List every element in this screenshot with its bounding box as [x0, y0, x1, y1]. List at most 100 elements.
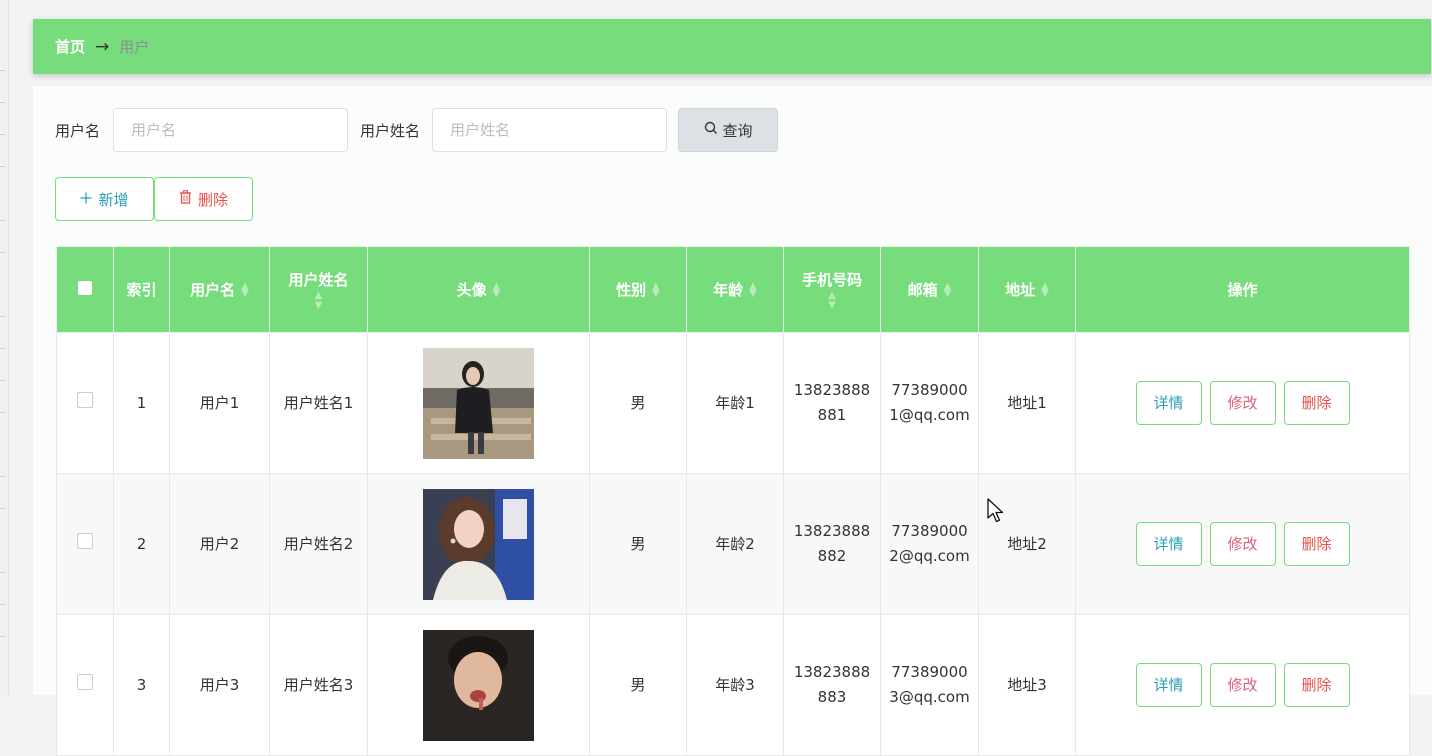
breadcrumb-home[interactable]: 首页 [55, 36, 85, 57]
select-all-header[interactable] [56, 246, 114, 333]
sidebar-tick [0, 636, 5, 637]
sort-icon[interactable]: ▲ ▼ [749, 282, 757, 299]
index-cell: 3 [113, 614, 170, 756]
gender-cell: 男 [589, 473, 687, 615]
avatar-image[interactable] [423, 629, 534, 741]
delete-button[interactable]: 删除 [1283, 522, 1350, 566]
column-header-label: 用户名 [190, 280, 236, 299]
select-all-checkbox[interactable] [78, 280, 92, 295]
username-cell: 用户3 [169, 614, 270, 756]
user-table: 索引 用户名 ▲ ▼ 用户姓名 ▲ ▼ 头像 ▲ ▼ 性别 ▲ ▼ 年龄 ▲ ▼ 手机号码 ▲ ▼ 邮箱… [56, 246, 1410, 756]
address-cell: 地址3 [978, 614, 1076, 756]
mouse-cursor-icon [987, 498, 1005, 528]
avatar-cell [367, 473, 590, 615]
column-header-avatar[interactable]: 头像 ▲ ▼ [367, 246, 590, 333]
sidebar-tick [0, 70, 5, 71]
sort-icon[interactable]: ▲ ▼ [276, 290, 361, 311]
edit-button[interactable]: 修改 [1209, 522, 1276, 566]
gender-cell: 男 [589, 332, 687, 474]
query-button[interactable]: 查询 [678, 108, 779, 152]
sidebar-tick [0, 252, 5, 253]
table-row: 3 用户3 用户姓名3 男 年龄3 13823888883 773890003@… [56, 614, 1410, 756]
sort-icon[interactable]: ▲ ▼ [944, 282, 952, 299]
row-checkbox[interactable] [77, 532, 93, 549]
gender-cell: 男 [589, 614, 687, 756]
left-sidebar-edge [0, 0, 9, 695]
column-header-label: 操作 [1227, 280, 1258, 299]
avatar-image[interactable] [423, 488, 534, 600]
username-search-input[interactable] [113, 108, 349, 152]
detail-button[interactable]: 详情 [1135, 663, 1202, 707]
email-cell: 773890003@qq.com [880, 614, 979, 756]
edit-button[interactable]: 修改 [1209, 381, 1276, 425]
row-checkbox[interactable] [77, 391, 93, 408]
phone-cell: 13823888882 [783, 473, 881, 615]
row-select-cell[interactable] [56, 332, 114, 474]
sidebar-tick [0, 412, 5, 413]
sidebar-tick [0, 220, 5, 221]
plus-icon [80, 190, 92, 208]
sidebar-tick [0, 572, 5, 573]
detail-button[interactable]: 详情 [1135, 381, 1202, 425]
detail-button[interactable]: 详情 [1135, 522, 1202, 566]
realname-cell: 用户姓名3 [269, 614, 368, 756]
column-header-label: 索引 [126, 280, 157, 299]
breadcrumb-separator: → [95, 36, 110, 57]
row-select-cell[interactable] [56, 614, 114, 756]
row-select-cell[interactable] [56, 473, 114, 615]
sort-icon[interactable]: ▲ ▼ [652, 282, 660, 299]
batch-delete-button[interactable]: 删除 [154, 177, 253, 221]
sort-icon[interactable]: ▲ ▼ [790, 290, 874, 311]
column-header-operations: 操作 [1075, 246, 1410, 333]
column-header-gender[interactable]: 性别 ▲ ▼ [589, 246, 687, 333]
column-header-label: 头像 [456, 280, 487, 299]
avatar-image[interactable] [423, 347, 534, 459]
action-toolbar: 新增 删除 [55, 177, 253, 221]
add-button-label: 新增 [98, 190, 129, 209]
column-header-label: 用户姓名 [288, 270, 349, 289]
realname-cell: 用户姓名2 [269, 473, 368, 615]
column-header-age[interactable]: 年龄 ▲ ▼ [686, 246, 784, 333]
table-row: 1 用户1 用户姓名1 男 年龄1 13823888881 773890001@… [56, 332, 1410, 474]
address-cell: 地址2 [978, 473, 1076, 615]
avatar-cell [367, 614, 590, 756]
sort-icon[interactable]: ▲ ▼ [1041, 282, 1049, 299]
username-label: 用户名 [55, 121, 101, 140]
realname-cell: 用户姓名1 [269, 332, 368, 474]
operations-cell: 详情 修改 删除 [1075, 332, 1410, 474]
sidebar-tick [0, 316, 5, 317]
column-header-realname[interactable]: 用户姓名 ▲ ▼ [269, 246, 368, 333]
sidebar-tick [0, 604, 5, 605]
operations-cell: 详情 修改 删除 [1075, 473, 1410, 615]
column-header-phone[interactable]: 手机号码 ▲ ▼ [783, 246, 881, 333]
table-header-row: 索引 用户名 ▲ ▼ 用户姓名 ▲ ▼ 头像 ▲ ▼ 性别 ▲ ▼ 年龄 ▲ ▼ 手机号码 ▲ ▼ 邮箱… [56, 246, 1410, 333]
sidebar-tick [0, 508, 5, 509]
add-button[interactable]: 新增 [55, 177, 154, 221]
sidebar-tick [0, 476, 5, 477]
avatar-cell [367, 332, 590, 474]
index-cell: 1 [113, 332, 170, 474]
column-header-email[interactable]: 邮箱 ▲ ▼ [880, 246, 979, 333]
phone-cell: 13823888883 [783, 614, 881, 756]
sort-icon[interactable]: ▲ ▼ [241, 282, 249, 299]
row-checkbox[interactable] [77, 673, 93, 690]
table-row: 2 用户2 用户姓名2 男 年龄2 13823888882 773890002@… [56, 473, 1410, 615]
content-panel: 用户名 用户姓名 查询 新增 删除 [33, 86, 1432, 756]
query-button-label: 查询 [722, 121, 753, 140]
batch-delete-button-label: 删除 [197, 190, 228, 209]
trash-icon [179, 190, 192, 208]
delete-button[interactable]: 删除 [1283, 663, 1350, 707]
username-cell: 用户1 [169, 332, 270, 474]
edit-button[interactable]: 修改 [1209, 663, 1276, 707]
sidebar-tick [0, 102, 5, 103]
sidebar-tick [0, 134, 5, 135]
username-cell: 用户2 [169, 473, 270, 615]
sort-icon[interactable]: ▲ ▼ [493, 282, 501, 299]
column-header-username[interactable]: 用户名 ▲ ▼ [169, 246, 270, 333]
realname-label: 用户姓名 [360, 121, 421, 140]
realname-search-input[interactable] [432, 108, 668, 152]
age-cell: 年龄2 [686, 473, 784, 615]
column-header-label: 邮箱 [907, 280, 938, 299]
column-header-address[interactable]: 地址 ▲ ▼ [978, 246, 1076, 333]
delete-button[interactable]: 删除 [1283, 381, 1350, 425]
